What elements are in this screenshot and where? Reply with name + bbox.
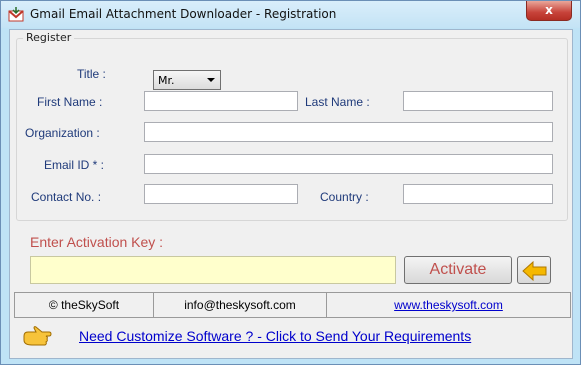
organization-field[interactable] [144,122,553,142]
arrow-left-icon [522,261,547,281]
register-group: Register Title : Mr. First Name : Last N… [16,31,568,221]
first-name-field[interactable] [144,91,298,111]
pointing-hand-icon [23,326,52,346]
title-label: Title : [77,67,106,81]
organization-label: Organization : [25,126,100,140]
email-label: Email ID * : [44,158,105,172]
activation-key-field[interactable] [30,256,396,284]
footer-bar: © theSkySoft info@theskysoft.com www.the… [14,292,571,318]
activate-button[interactable]: Activate [404,256,512,284]
title-dropdown-value: Mr. [158,74,175,87]
gmail-download-icon [8,7,24,22]
country-field[interactable] [403,184,553,204]
activation-key-label: Enter Activation Key : [30,234,164,250]
contact-label: Contact No. : [31,190,102,204]
country-label: Country : [320,190,369,204]
customize-banner: Need Customize Software ? - Click to Sen… [14,320,571,356]
title-dropdown[interactable]: Mr. [153,70,221,90]
email-field[interactable] [144,154,553,174]
copyright-text: © theSkySoft [48,298,120,312]
registration-window: Gmail Email Attachment Downloader - Regi… [0,0,581,365]
window-title: Gmail Email Attachment Downloader - Regi… [30,7,337,21]
first-name-label: First Name : [37,95,103,109]
last-name-label: Last Name : [305,95,370,109]
chevron-down-icon [207,78,215,82]
last-name-field[interactable] [403,91,553,111]
register-group-label: Register [23,31,75,44]
close-icon: x [545,3,553,17]
title-bar[interactable]: Gmail Email Attachment Downloader - Regi… [1,1,580,28]
website-link[interactable]: www.theskysoft.com [327,293,570,317]
back-button[interactable] [517,256,551,284]
customize-software-link[interactable]: Need Customize Software ? - Click to Sen… [79,328,471,344]
contact-field[interactable] [144,184,298,204]
client-area: Register Title : Mr. First Name : Last N… [9,29,573,359]
contact-email-text: info@theskysoft.com [184,298,296,312]
close-button[interactable]: x [526,1,572,21]
